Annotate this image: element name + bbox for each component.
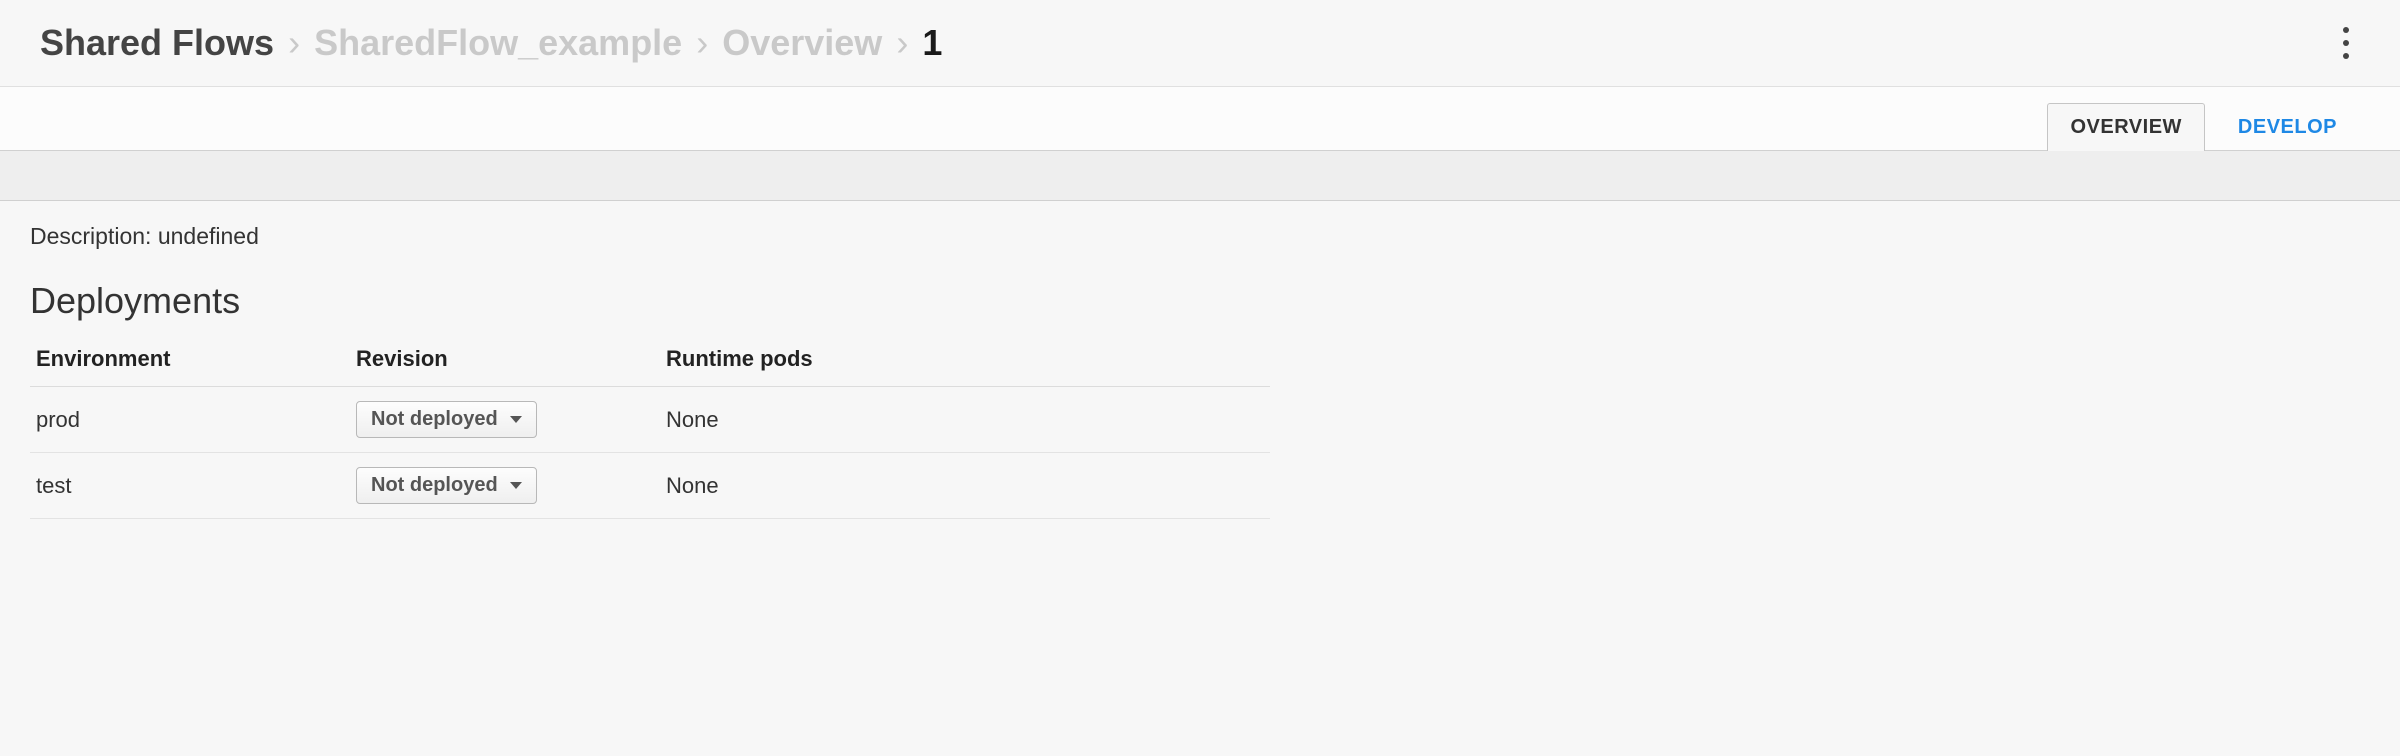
tab-bar: OVERVIEW DEVELOP xyxy=(0,87,2400,151)
page-header: Shared Flows › SharedFlow_example › Over… xyxy=(0,0,2400,87)
cell-environment: test xyxy=(30,453,350,519)
description-label: Description: xyxy=(30,223,151,249)
breadcrumb-overview[interactable]: Overview xyxy=(722,22,882,64)
content-area: Description: undefined Deployments Envir… xyxy=(0,201,2400,541)
breadcrumb-separator-icon: › xyxy=(288,22,300,64)
grey-banner xyxy=(0,151,2400,201)
tab-overview[interactable]: OVERVIEW xyxy=(2047,103,2204,151)
breadcrumb: Shared Flows › SharedFlow_example › Over… xyxy=(40,22,942,64)
revision-dropdown[interactable]: Not deployed xyxy=(356,401,537,438)
cell-runtime-pods: None xyxy=(660,387,1270,453)
breadcrumb-root[interactable]: Shared Flows xyxy=(40,22,274,64)
cell-environment: prod xyxy=(30,387,350,453)
revision-dropdown[interactable]: Not deployed xyxy=(356,467,537,504)
revision-dropdown-label: Not deployed xyxy=(371,474,498,497)
description-value: undefined xyxy=(158,223,259,249)
cell-runtime-pods: None xyxy=(660,453,1270,519)
revision-dropdown-label: Not deployed xyxy=(371,408,498,431)
table-row: test Not deployed None xyxy=(30,453,1270,519)
breadcrumb-separator-icon: › xyxy=(696,22,708,64)
kebab-menu-icon[interactable] xyxy=(2332,23,2360,63)
breadcrumb-separator-icon: › xyxy=(896,22,908,64)
table-row: prod Not deployed None xyxy=(30,387,1270,453)
description-line: Description: undefined xyxy=(30,223,2370,250)
chevron-down-icon xyxy=(510,482,522,489)
breadcrumb-current: 1 xyxy=(922,22,942,64)
deployments-table: Environment Revision Runtime pods prod N… xyxy=(30,336,1270,519)
deployments-heading: Deployments xyxy=(30,280,2370,322)
col-header-revision: Revision xyxy=(350,336,660,387)
tab-develop[interactable]: DEVELOP xyxy=(2215,103,2360,151)
chevron-down-icon xyxy=(510,416,522,423)
table-header-row: Environment Revision Runtime pods xyxy=(30,336,1270,387)
col-header-environment: Environment xyxy=(30,336,350,387)
col-header-runtime-pods: Runtime pods xyxy=(660,336,1270,387)
breadcrumb-sharedflow[interactable]: SharedFlow_example xyxy=(314,22,682,64)
